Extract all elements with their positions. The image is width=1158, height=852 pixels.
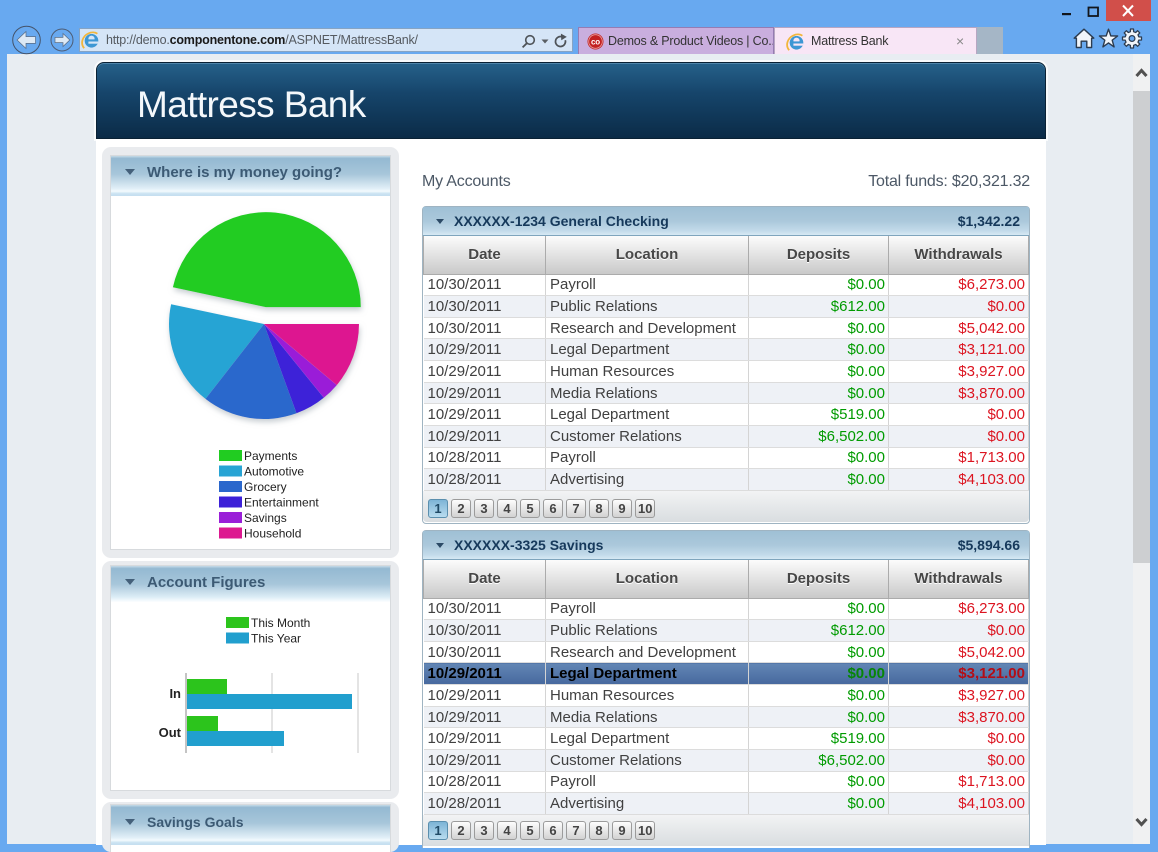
svg-text:This Year: This Year	[251, 632, 301, 646]
svg-text:Out: Out	[159, 725, 182, 740]
svg-text:Savings: Savings	[244, 511, 287, 525]
svg-text:co: co	[591, 38, 600, 47]
svg-text:This Month: This Month	[251, 616, 310, 630]
svg-text:In: In	[169, 686, 181, 701]
svg-text:Household: Household	[244, 527, 301, 541]
svg-text:Automotive: Automotive	[244, 465, 304, 479]
svg-text:Payments: Payments	[244, 449, 297, 463]
svg-text:Grocery: Grocery	[244, 480, 287, 494]
svg-text:Entertainment: Entertainment	[244, 496, 319, 510]
